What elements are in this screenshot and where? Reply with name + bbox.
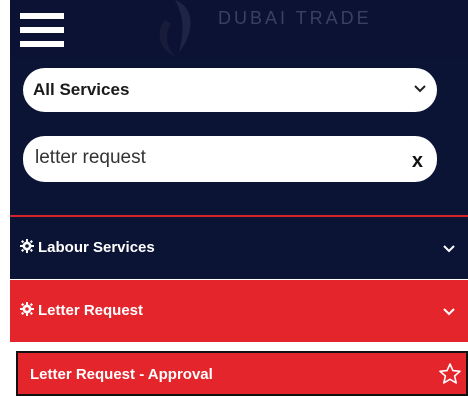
accordion-label: Labour Services — [38, 239, 155, 256]
service-item-label: Letter Request - Approval — [30, 366, 213, 383]
logo-text: DUBAI TRADE — [218, 8, 372, 28]
chevron-down-icon — [443, 308, 455, 316]
accordion-label: Letter Request — [38, 302, 144, 319]
gear-icon — [20, 239, 34, 253]
chevron-down-icon — [443, 245, 455, 253]
gear-icon — [20, 302, 34, 316]
search-input-value: letter request — [35, 147, 146, 168]
filter-panel: All Services letter request x — [10, 58, 468, 218]
star-outline-icon[interactable] — [438, 362, 462, 386]
accordion-letter-request[interactable]: Letter Request — [10, 280, 468, 342]
service-select-value: All Services — [33, 80, 130, 99]
dubai-trade-logo-icon — [159, 0, 191, 56]
hamburger-menu-icon[interactable] — [20, 13, 64, 47]
chevron-down-icon — [414, 85, 426, 93]
service-item-letter-request-approval[interactable]: Letter Request - Approval — [16, 351, 468, 396]
clear-search-button[interactable]: x — [412, 150, 423, 173]
search-input[interactable]: letter request x — [23, 136, 437, 182]
accordion-labour-services[interactable]: Labour Services — [10, 217, 468, 279]
app-header: DUBAI TRADE — [10, 0, 468, 58]
service-select[interactable]: All Services — [23, 68, 437, 112]
